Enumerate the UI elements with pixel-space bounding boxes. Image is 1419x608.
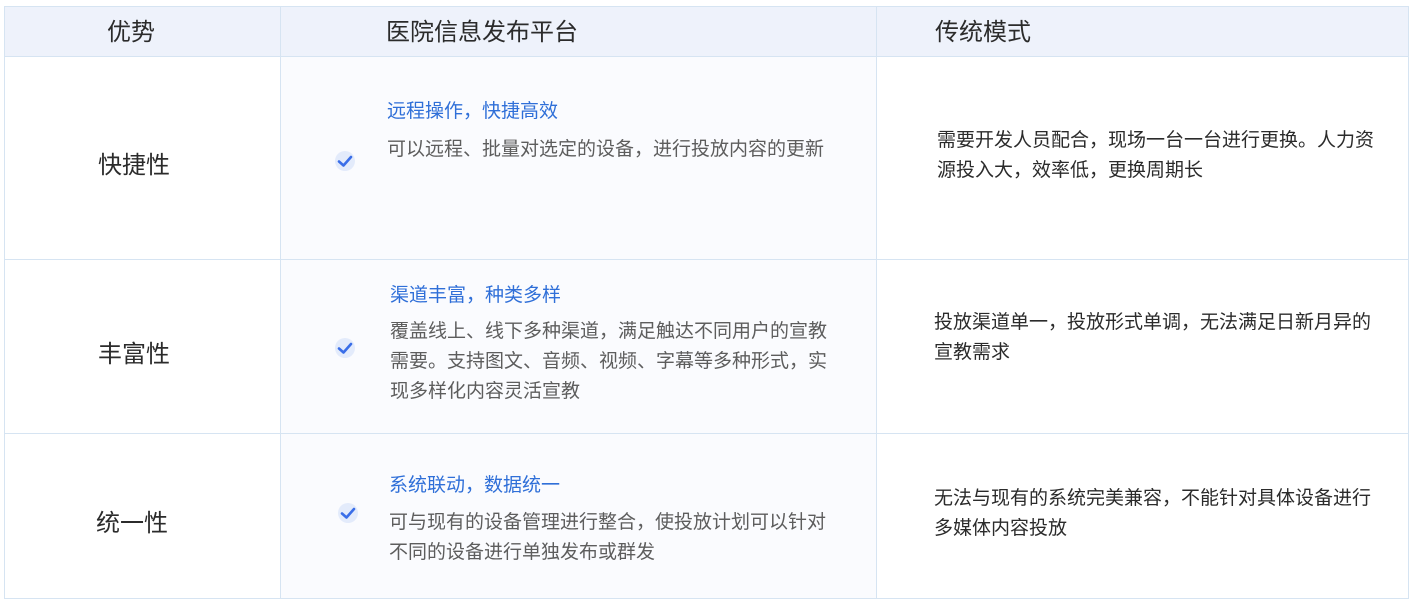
platform-desc-unified: 可与现有的设备管理进行整合，使投放计划可以针对不同的设备进行单独发布或群发 xyxy=(389,511,827,563)
platform-desc-quick: 可以远程、批量对选定的设备，进行投放内容的更新 xyxy=(387,138,825,160)
traditional-desc-rich: 投放渠道单一，投放形式单调，无法满足日新月异的宣教需求 xyxy=(934,311,1372,363)
header-traditional: 传统模式 xyxy=(935,18,1031,46)
traditional-desc-unified: 无法与现有的系统完美兼容，不能针对具体设备进行多媒体内容投放 xyxy=(934,487,1372,539)
header-platform: 医院信息发布平台 xyxy=(386,18,578,46)
platform-desc-rich: 覆盖线上、线下多种渠道，满足触达不同用户的宣教需要。支持图文、音频、视频、字幕等… xyxy=(390,320,828,402)
check-circle-icon xyxy=(334,150,356,172)
platform-title-quick: 远程操作，快捷高效 xyxy=(387,100,559,122)
table-header: 优势 医院信息发布平台 传统模式 xyxy=(5,7,1408,57)
check-circle-icon xyxy=(334,337,356,359)
platform-title-unified: 系统联动，数据统一 xyxy=(389,474,561,496)
advantage-quick: 快捷性 xyxy=(98,151,170,179)
col-divider-2 xyxy=(876,7,877,598)
comparison-table: 优势 医院信息发布平台 传统模式 快捷性 远程操作，快捷高效 可以远程、批量对选… xyxy=(4,6,1409,599)
traditional-desc-quick: 需要开发人员配合，现场一台一台进行更换。人力资源投入大，效率低，更换周期长 xyxy=(937,129,1375,181)
advantage-unified: 统一性 xyxy=(96,509,168,537)
platform-title-rich: 渠道丰富，种类多样 xyxy=(390,284,562,306)
advantage-rich: 丰富性 xyxy=(98,340,170,368)
row-divider-1 xyxy=(5,259,1408,260)
col-divider-1 xyxy=(280,7,281,598)
header-advantage: 优势 xyxy=(107,18,155,46)
check-circle-icon xyxy=(337,502,359,524)
row-divider-2 xyxy=(5,433,1408,434)
